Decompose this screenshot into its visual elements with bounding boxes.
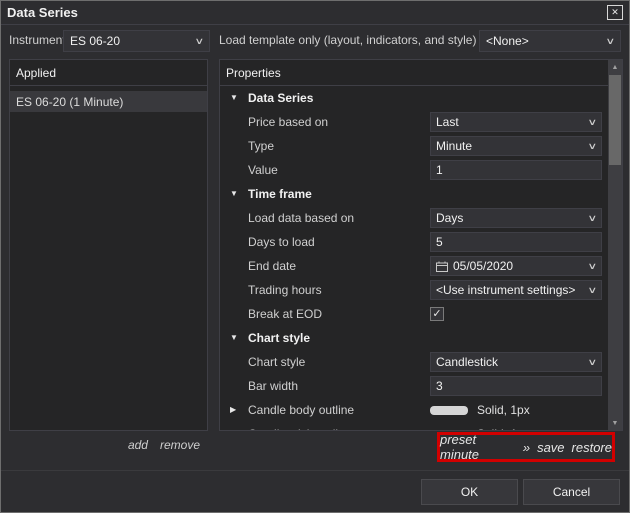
candle-body-outline-value[interactable]: Solid, 1px <box>430 403 530 417</box>
annotation-highlight: preset minute » save restore <box>437 432 615 462</box>
chevron-down-icon: ∨ <box>587 212 598 223</box>
close-button[interactable]: ✕ <box>607 5 623 20</box>
template-label: Load template only (layout, indicators, … <box>219 33 477 47</box>
preset-minute-link[interactable]: preset minute <box>440 432 516 462</box>
applied-list: ES 06-20 (1 Minute) <box>10 86 207 112</box>
bar-width-input[interactable]: 3 <box>430 376 602 396</box>
collapse-triangle-icon[interactable]: ▼ <box>230 334 248 342</box>
property-label: Candle wick outline <box>248 427 430 430</box>
break-at-eod-checkbox[interactable]: ✓ <box>430 307 444 321</box>
instrument-value: ES 06-20 <box>70 34 121 48</box>
property-row: Chart style Candlestick ∨ <box>220 350 608 374</box>
property-label: End date <box>248 259 297 273</box>
chevron-down-icon: ∨ <box>587 140 598 151</box>
chevron-down-icon: ∨ <box>587 284 598 295</box>
days-to-load-input[interactable]: 5 <box>430 232 602 252</box>
property-row: ▶ Candle body outline Solid, 1px <box>220 398 608 422</box>
chevron-down-icon: ∨ <box>587 356 598 367</box>
category-row-chart-style[interactable]: ▼ Chart style <box>220 326 608 350</box>
property-label: Candle body outline <box>248 403 355 417</box>
candle-wick-outline-value[interactable]: Solid, 1px <box>430 427 530 430</box>
property-row: Load data based on Days ∨ <box>220 206 608 230</box>
load-data-based-on-select[interactable]: Days ∨ <box>430 208 602 228</box>
template-value: <None> <box>486 34 529 48</box>
preset-separator: » <box>522 439 531 455</box>
property-row: Price based on Last ∨ <box>220 110 608 134</box>
calendar-icon <box>436 261 448 272</box>
property-row: End date 05/05/2020 ∨ <box>220 254 608 278</box>
applied-panel: Applied ES 06-20 (1 Minute) <box>9 59 208 431</box>
dialog-footer: OK Cancel <box>1 470 629 512</box>
property-row: Break at EOD ✓ <box>220 302 608 326</box>
property-row: Bar width 3 <box>220 374 608 398</box>
save-preset-link[interactable]: save <box>537 440 564 455</box>
scroll-down-icon[interactable]: ▼ <box>608 416 622 430</box>
restore-preset-link[interactable]: restore <box>572 440 612 455</box>
value-input[interactable]: 1 <box>430 160 602 180</box>
applied-header: Applied <box>10 60 207 86</box>
remove-link[interactable]: remove <box>160 438 200 452</box>
property-grid: ▼ Data Series Price based on Last ∨ Type… <box>220 86 608 430</box>
applied-actions: add remove <box>9 438 208 452</box>
instrument-label: Instrument <box>9 33 66 47</box>
property-label: Chart style <box>248 355 306 369</box>
ok-button[interactable]: OK <box>421 478 518 505</box>
trading-hours-select[interactable]: <Use instrument settings> ∨ <box>430 280 602 300</box>
chevron-down-icon: ∨ <box>605 35 616 46</box>
property-row: Type Minute ∨ <box>220 134 608 158</box>
category-label: Data Series <box>248 91 314 105</box>
applied-list-item[interactable]: ES 06-20 (1 Minute) <box>10 91 207 112</box>
collapse-triangle-icon[interactable]: ▼ <box>230 190 248 198</box>
property-label: Days to load <box>248 235 315 249</box>
property-label: Type <box>248 139 275 153</box>
data-series-dialog: Data Series ✕ Instrument ES 06-20 ∨ Load… <box>0 0 630 513</box>
line-style-swatch <box>430 429 468 430</box>
chevron-down-icon: ∨ <box>587 116 598 127</box>
scroll-up-icon[interactable]: ▲ <box>608 60 622 74</box>
expand-triangle-icon[interactable]: ▶ <box>230 406 248 414</box>
scrollbar-thumb[interactable] <box>609 75 621 165</box>
toolbar: Instrument ES 06-20 ∨ Load template only… <box>1 29 629 53</box>
category-label: Time frame <box>248 187 312 201</box>
title-bar[interactable]: Data Series ✕ <box>1 1 629 25</box>
property-row: Days to load 5 <box>220 230 608 254</box>
cancel-button[interactable]: Cancel <box>523 478 620 505</box>
property-label: Break at EOD <box>248 307 323 321</box>
end-date-picker[interactable]: 05/05/2020 ∨ <box>430 256 602 276</box>
check-icon: ✓ <box>432 307 442 320</box>
chevron-down-icon: ∨ <box>194 35 205 46</box>
property-row: Trading hours <Use instrument settings> … <box>220 278 608 302</box>
property-label: Value <box>248 163 278 177</box>
property-label: Price based on <box>248 115 329 129</box>
window-title: Data Series <box>7 5 78 20</box>
properties-header: Properties <box>220 60 608 86</box>
category-row-data-series[interactable]: ▼ Data Series <box>220 86 608 110</box>
property-label: Trading hours <box>248 283 322 297</box>
price-based-on-select[interactable]: Last ∨ <box>430 112 602 132</box>
type-select[interactable]: Minute ∨ <box>430 136 602 156</box>
properties-scrollbar[interactable]: ▲ ▼ <box>608 60 622 430</box>
property-row: Value 1 <box>220 158 608 182</box>
add-link[interactable]: add <box>128 438 148 452</box>
category-row-time-frame[interactable]: ▼ Time frame <box>220 182 608 206</box>
category-label: Chart style <box>248 331 311 345</box>
chart-style-select[interactable]: Candlestick ∨ <box>430 352 602 372</box>
template-select[interactable]: <None> ∨ <box>479 30 621 52</box>
collapse-triangle-icon[interactable]: ▼ <box>230 94 248 102</box>
property-label: Bar width <box>248 379 299 393</box>
property-label: Load data based on <box>248 211 355 225</box>
instrument-select[interactable]: ES 06-20 ∨ <box>63 30 210 52</box>
chevron-down-icon: ∨ <box>587 260 598 271</box>
property-row-clipped: ▶ Candle wick outline Solid, 1px <box>220 422 608 430</box>
line-style-swatch <box>430 405 468 415</box>
close-icon: ✕ <box>611 7 619 17</box>
properties-panel: Properties ▼ Data Series Price based on … <box>219 59 623 431</box>
